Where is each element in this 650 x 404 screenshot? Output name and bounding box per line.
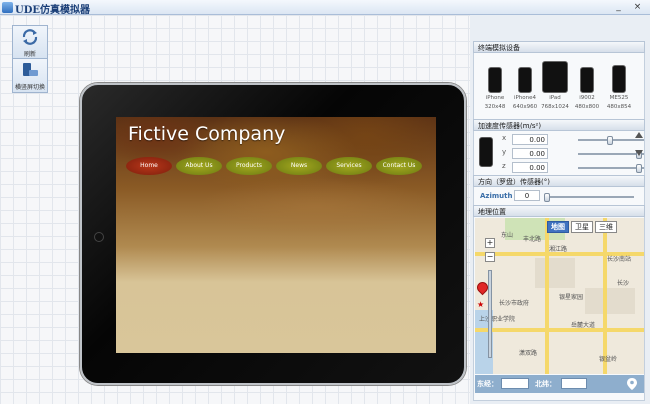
refresh-button[interactable]: 刷新 bbox=[12, 25, 48, 59]
azimuth-label: Azimuth bbox=[480, 192, 513, 200]
nav-item-products[interactable]: Products bbox=[226, 157, 272, 175]
device-res: 480x800 bbox=[574, 104, 600, 110]
nav-item-services[interactable]: Services bbox=[326, 157, 372, 175]
tablet-home-button[interactable] bbox=[94, 232, 104, 242]
slider-handle[interactable] bbox=[607, 136, 613, 145]
compass-section: Azimuth 0 bbox=[473, 187, 645, 207]
phone-icon bbox=[488, 67, 502, 93]
map-block bbox=[585, 288, 635, 314]
locate-pin-icon[interactable] bbox=[627, 378, 637, 390]
longitude-label: 东经： bbox=[477, 380, 498, 388]
map-type-map[interactable]: 地图 bbox=[547, 221, 569, 233]
azimuth-row: Azimuth 0 bbox=[480, 190, 640, 204]
zoom-in-button[interactable]: + bbox=[485, 238, 495, 248]
longitude-input[interactable] bbox=[501, 378, 529, 389]
device-res: 768x1024 bbox=[541, 104, 569, 110]
slider-handle[interactable] bbox=[636, 164, 642, 173]
zoom-out-button[interactable]: − bbox=[485, 252, 495, 262]
zoom-slider[interactable] bbox=[488, 270, 492, 358]
map-road bbox=[545, 218, 549, 374]
nav-item-news[interactable]: News bbox=[276, 157, 322, 175]
device-res: 320x48 bbox=[484, 104, 506, 110]
map-label: 岳麓大道 bbox=[571, 322, 596, 329]
compass-heading: 方向（罗盘）传感器(°) bbox=[473, 175, 645, 187]
site-title: Fictive Company bbox=[128, 123, 286, 145]
device-name: i9002 bbox=[579, 95, 595, 101]
device-name: iPhone4 bbox=[513, 95, 537, 101]
map-label: 长沙 bbox=[617, 280, 630, 287]
device-res: 480x854 bbox=[606, 104, 632, 110]
map-type-3d[interactable]: 三维 bbox=[595, 221, 617, 233]
minimize-button[interactable]: _ bbox=[613, 2, 624, 12]
azimuth-input[interactable]: 0 bbox=[514, 190, 540, 201]
orientation-switch-label: 横竖屏切换 bbox=[14, 84, 45, 91]
geo-section: 东山 丰北路 湘江路 长沙南站 长沙市政府 银星家园 岳麓大道 上沙职业学院 潇… bbox=[473, 217, 645, 401]
city-star-icon: ★ bbox=[477, 300, 485, 309]
latitude-label: 北纬： bbox=[535, 380, 556, 388]
azimuth-slider[interactable] bbox=[544, 193, 634, 202]
latitude-input[interactable] bbox=[561, 378, 587, 389]
device-i9002[interactable]: i9002 480x800 bbox=[572, 57, 602, 111]
axis-label: y bbox=[502, 148, 507, 156]
phone-icon bbox=[612, 65, 626, 93]
device-res: 640x960 bbox=[512, 104, 538, 110]
phone-icon bbox=[580, 67, 594, 93]
nav-item-about[interactable]: About Us bbox=[176, 157, 222, 175]
device-name: iPhone bbox=[485, 95, 505, 101]
geo-heading: 地理位置 bbox=[473, 205, 645, 217]
orientation-switch-button[interactable]: 横竖屏切换 bbox=[12, 59, 48, 93]
devices-heading: 终端模拟设备 bbox=[473, 41, 645, 53]
axis-label: z bbox=[502, 162, 506, 170]
slider-handle[interactable] bbox=[544, 193, 550, 202]
sensor-panel: 终端模拟设备 iPhone 320x48 iPhone4 640x960 iPa… bbox=[470, 15, 650, 404]
tablet-icon bbox=[542, 61, 568, 93]
map-type-satellite[interactable]: 卫星 bbox=[571, 221, 593, 233]
devices-section: iPhone 320x48 iPhone4 640x960 iPad 768x1… bbox=[473, 53, 645, 122]
rotate-device-icon bbox=[23, 63, 38, 76]
device-iphone4[interactable]: iPhone4 640x960 bbox=[510, 57, 540, 111]
map-label: 上沙职业学院 bbox=[479, 316, 516, 323]
site-background bbox=[116, 117, 436, 353]
axis-y-input[interactable]: 0.00 bbox=[512, 148, 548, 159]
device-name: ME525 bbox=[609, 95, 629, 101]
refresh-icon bbox=[22, 29, 38, 45]
map-road bbox=[475, 328, 644, 332]
refresh-label: 刷新 bbox=[23, 51, 36, 58]
axis-label: x bbox=[502, 134, 507, 142]
accel-heading: 加速度传感器(m/s²) bbox=[473, 119, 645, 131]
device-name: iPad bbox=[549, 95, 561, 101]
map-label: 银盆岭 bbox=[599, 356, 618, 363]
device-screen[interactable]: Fictive Company Home About Us Products N… bbox=[116, 117, 436, 353]
map-road bbox=[603, 218, 607, 374]
app-logo-icon bbox=[2, 2, 13, 13]
device-me525[interactable]: ME525 480x854 bbox=[602, 57, 636, 111]
axis-x-input[interactable]: 0.00 bbox=[512, 134, 548, 145]
window-title: UDE仿真模拟器 bbox=[15, 5, 91, 16]
nav-item-contact[interactable]: Contact Us bbox=[376, 157, 422, 175]
device-iphone[interactable]: iPhone 320x48 bbox=[480, 57, 510, 111]
phone-icon bbox=[518, 67, 532, 93]
map-label: 长沙南站 bbox=[607, 256, 632, 263]
map-label: 东山 bbox=[501, 232, 514, 239]
coordinate-bar: 东经： 北纬： bbox=[475, 375, 644, 393]
axis-z-slider[interactable] bbox=[578, 164, 644, 173]
site-nav: Home About Us Products News Services Con… bbox=[126, 157, 426, 177]
map-block bbox=[535, 258, 575, 288]
panel-scroll-arrows[interactable] bbox=[634, 130, 644, 158]
map-label: 丰北路 bbox=[523, 236, 542, 243]
accel-device-icon bbox=[479, 137, 493, 167]
map-label: 长沙市政府 bbox=[499, 300, 530, 307]
axis-z-input[interactable]: 0.00 bbox=[512, 162, 548, 173]
map-view[interactable]: 东山 丰北路 湘江路 长沙南站 长沙市政府 银星家园 岳麓大道 上沙职业学院 潇… bbox=[475, 218, 644, 374]
map-label: 银星家园 bbox=[559, 294, 584, 301]
close-button[interactable]: × bbox=[632, 2, 643, 12]
map-label: 湘江路 bbox=[549, 246, 568, 253]
device-ipad[interactable]: iPad 768x1024 bbox=[538, 57, 572, 111]
nav-item-home[interactable]: Home bbox=[126, 157, 172, 175]
map-label: 潇双路 bbox=[519, 350, 538, 357]
title-bar: UDE仿真模拟器 _ × bbox=[0, 0, 650, 16]
